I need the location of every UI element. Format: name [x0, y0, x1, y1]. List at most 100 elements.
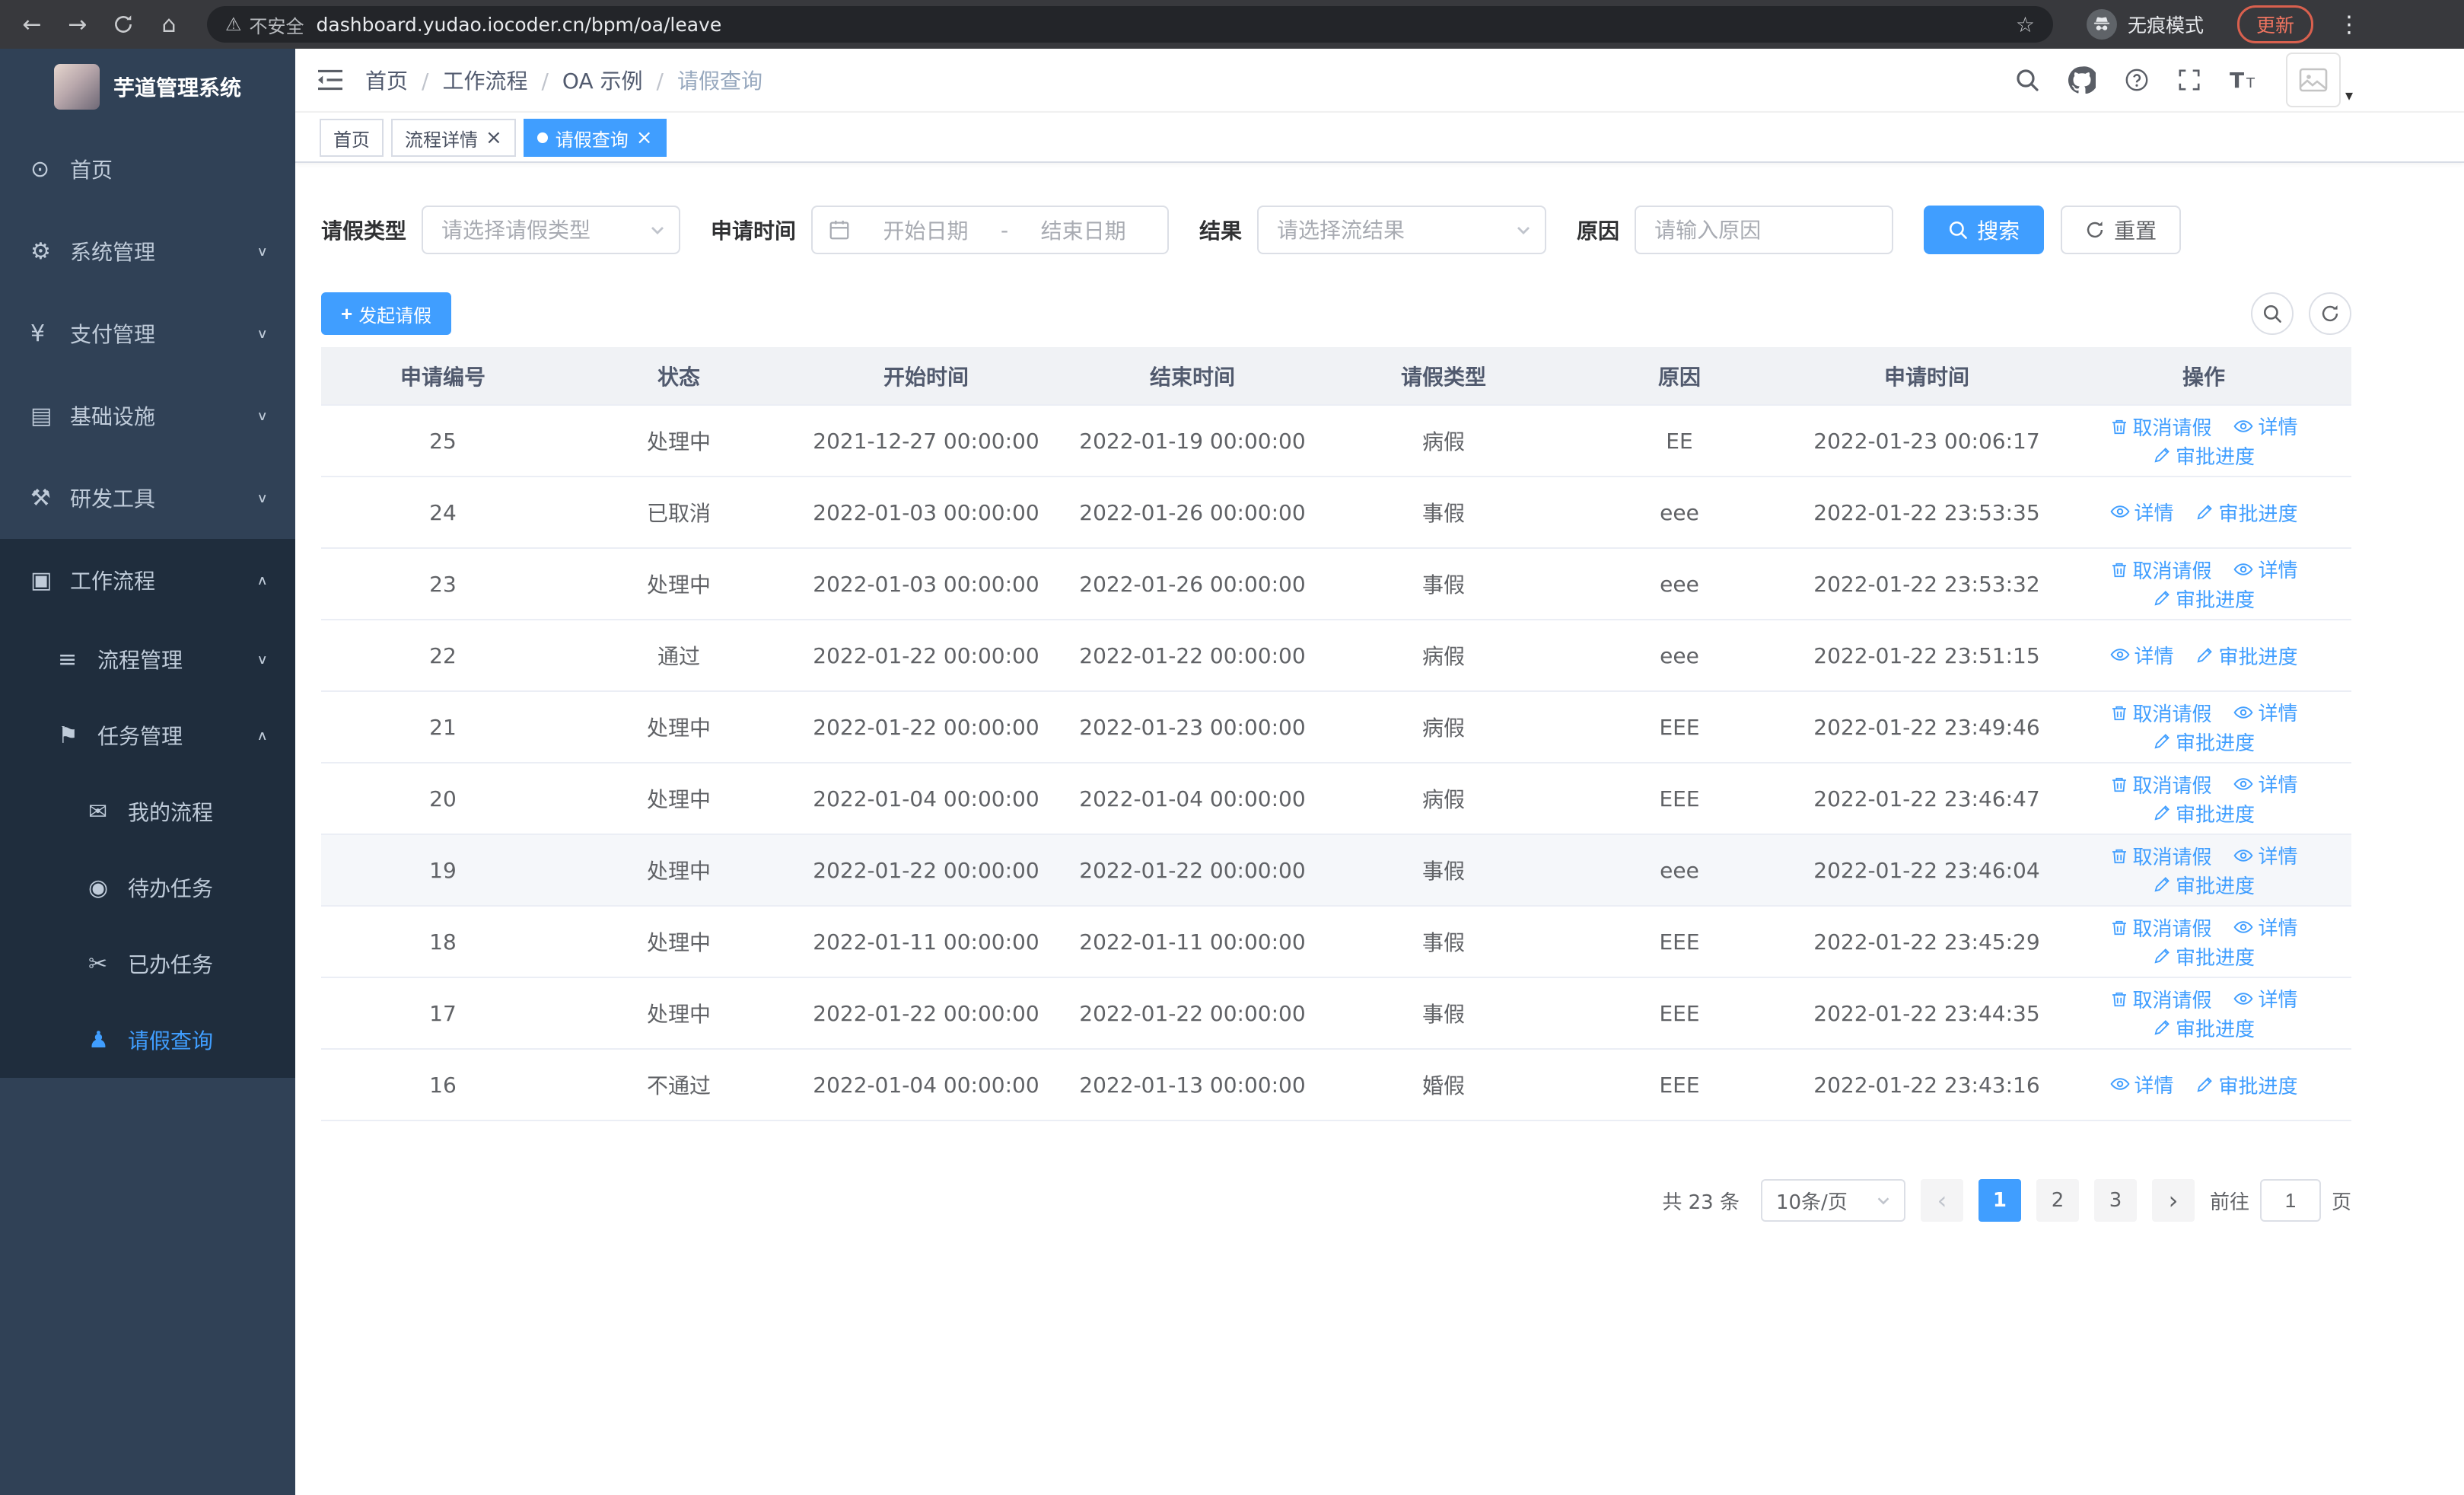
approval-progress-link[interactable]: 审批进度: [2153, 871, 2255, 899]
app-logo[interactable]: 芋道管理系统: [0, 49, 295, 125]
approval-progress-link[interactable]: 审批进度: [2153, 1014, 2255, 1042]
browser-menu-icon[interactable]: ⋮: [2332, 11, 2367, 38]
reset-button[interactable]: 重置: [2061, 206, 2182, 254]
refresh-table-icon[interactable]: [2309, 292, 2351, 335]
detail-link[interactable]: 详情: [2233, 770, 2297, 798]
help-icon[interactable]: [2125, 68, 2149, 92]
sidebar-item[interactable]: ♟ 请假查询: [0, 1002, 295, 1078]
sidebar-item[interactable]: ▤ 基础设施 ∨: [0, 375, 295, 457]
detail-link[interactable]: 详情: [2110, 498, 2174, 526]
approval-progress-link[interactable]: 审批进度: [2153, 799, 2255, 827]
result-input[interactable]: [1259, 217, 1546, 243]
detail-link[interactable]: 详情: [2233, 841, 2297, 869]
approval-progress-link[interactable]: 审批进度: [2195, 499, 2297, 527]
browser-reload-icon[interactable]: [103, 5, 143, 44]
table-row[interactable]: 16 不通过 2022-01-04 00:00:00 2022-01-13 00…: [321, 1049, 2351, 1121]
sidebar-item[interactable]: ⊙ 首页: [0, 128, 295, 210]
chevron-icon: ∨: [256, 651, 268, 668]
breadcrumb-item[interactable]: 请假查询: [677, 65, 762, 95]
sidebar-item[interactable]: ⚑ 任务管理 ∧: [0, 697, 295, 773]
sidebar-toggle-icon[interactable]: [295, 68, 365, 92]
detail-link[interactable]: 详情: [2233, 412, 2297, 440]
sidebar-item[interactable]: ▣ 工作流程 ∧: [0, 539, 295, 621]
approval-progress-link[interactable]: 审批进度: [2195, 1071, 2297, 1099]
search-button[interactable]: 搜索: [1924, 206, 2045, 254]
view-tab[interactable]: 首页 ×: [320, 119, 384, 157]
user-menu[interactable]: ▾: [2285, 53, 2353, 107]
github-icon[interactable]: [2068, 66, 2096, 94]
cancel-leave-link[interactable]: 取消请假: [2110, 413, 2212, 441]
browser-update-button[interactable]: 更新: [2236, 5, 2313, 43]
detail-link[interactable]: 详情: [2233, 555, 2297, 583]
leave-type-select[interactable]: [422, 206, 681, 254]
table-row[interactable]: 19 处理中 2022-01-22 00:00:00 2022-01-22 00…: [321, 834, 2351, 907]
app-shell: 芋道管理系统 ⊙ 首页 ⚙ 系统管理 ∨ ¥ 支付管理 ∨ ▤ 基础设施 ∨ ⚒…: [0, 49, 2464, 1495]
end-date-placeholder[interactable]: 结束日期: [1014, 215, 1152, 245]
leave-type-input[interactable]: [423, 217, 680, 243]
tab-close-icon[interactable]: ×: [485, 128, 502, 148]
table-row[interactable]: 25 处理中 2021-12-27 00:00:00 2022-01-19 00…: [321, 405, 2351, 477]
prev-page-button[interactable]: ‹: [1920, 1179, 1963, 1222]
toggle-search-icon[interactable]: [2251, 292, 2294, 335]
breadcrumb-item[interactable]: OA 示例: [562, 65, 664, 95]
detail-link[interactable]: 详情: [2233, 698, 2297, 726]
sidebar-item[interactable]: ⚙ 系统管理 ∨: [0, 210, 295, 292]
table-row[interactable]: 17 处理中 2022-01-22 00:00:00 2022-01-22 00…: [321, 977, 2351, 1050]
next-page-button[interactable]: ›: [2151, 1179, 2195, 1222]
page-button[interactable]: 2: [2036, 1179, 2079, 1222]
sidebar-item[interactable]: ✂ 已办任务: [0, 926, 295, 1002]
cancel-leave-link[interactable]: 取消请假: [2110, 556, 2212, 584]
cancel-leave-link[interactable]: 取消请假: [2110, 985, 2212, 1013]
create-leave-button[interactable]: + 发起请假: [321, 292, 452, 335]
sidebar-item[interactable]: ¥ 支付管理 ∨: [0, 292, 295, 375]
reason-field[interactable]: [1635, 206, 1894, 254]
search-icon[interactable]: [2015, 68, 2039, 92]
reason-input[interactable]: [1636, 217, 1893, 243]
sidebar-item[interactable]: ✉ 我的流程: [0, 773, 295, 850]
fullscreen-icon[interactable]: [2178, 69, 2201, 91]
tab-close-icon[interactable]: ×: [636, 128, 653, 148]
table-row[interactable]: 18 处理中 2022-01-11 00:00:00 2022-01-11 00…: [321, 906, 2351, 978]
font-size-icon[interactable]: [2230, 68, 2257, 92]
table-row[interactable]: 23 处理中 2022-01-03 00:00:00 2022-01-26 00…: [321, 548, 2351, 620]
table-row[interactable]: 24 已取消 2022-01-03 00:00:00 2022-01-26 00…: [321, 477, 2351, 549]
breadcrumb-item[interactable]: 首页: [365, 65, 428, 95]
approval-progress-link[interactable]: 审批进度: [2153, 585, 2255, 613]
breadcrumb-item[interactable]: 工作流程: [442, 65, 548, 95]
start-date-placeholder[interactable]: 开始日期: [857, 215, 995, 245]
browser-home-icon[interactable]: ⌂: [149, 5, 189, 44]
result-select[interactable]: [1257, 206, 1547, 254]
approval-progress-link[interactable]: 审批进度: [2153, 728, 2255, 756]
detail-link[interactable]: 详情: [2233, 913, 2297, 941]
view-tab[interactable]: 流程详情 ×: [391, 119, 516, 157]
approval-progress-link[interactable]: 审批进度: [2153, 441, 2255, 470]
detail-link[interactable]: 详情: [2110, 641, 2174, 669]
cancel-leave-link[interactable]: 取消请假: [2110, 699, 2212, 727]
browser-forward-icon[interactable]: →: [58, 5, 97, 44]
sidebar-item[interactable]: ≡ 流程管理 ∨: [0, 621, 295, 697]
cancel-leave-link[interactable]: 取消请假: [2110, 770, 2212, 799]
sidebar-item[interactable]: ◉ 待办任务: [0, 850, 295, 926]
page-size-select[interactable]: 10条/页: [1760, 1179, 1905, 1222]
browser-back-icon[interactable]: ←: [12, 5, 52, 44]
page-button[interactable]: 1: [1978, 1179, 2021, 1222]
table-row[interactable]: 22 通过 2022-01-22 00:00:00 2022-01-22 00:…: [321, 620, 2351, 692]
goto-page-input[interactable]: [2259, 1179, 2321, 1222]
table-row[interactable]: 21 处理中 2022-01-22 00:00:00 2022-01-23 00…: [321, 691, 2351, 763]
approval-progress-link[interactable]: 审批进度: [2195, 642, 2297, 670]
result-label: 结果: [1199, 218, 1243, 244]
detail-link[interactable]: 详情: [2110, 1070, 2174, 1098]
approval-progress-link[interactable]: 审批进度: [2153, 942, 2255, 971]
detail-link[interactable]: 详情: [2233, 984, 2297, 1012]
bookmark-star-icon[interactable]: ☆: [2016, 12, 2035, 37]
page-button[interactable]: 3: [2093, 1179, 2137, 1222]
date-range-picker[interactable]: 开始日期 - 结束日期: [811, 206, 1170, 254]
cancel-leave-link[interactable]: 取消请假: [2110, 842, 2212, 870]
view-tab[interactable]: 请假查询 ×: [523, 119, 667, 157]
table-row[interactable]: 20 处理中 2022-01-04 00:00:00 2022-01-04 00…: [321, 763, 2351, 835]
cancel-leave-link[interactable]: 取消请假: [2110, 913, 2212, 942]
sidebar-item[interactable]: ⚒ 研发工具 ∨: [0, 457, 295, 539]
address-bar[interactable]: ⚠ 不安全 dashboard.yudao.iocoder.cn/bpm/oa/…: [207, 6, 2053, 43]
security-chip[interactable]: ⚠ 不安全: [225, 11, 304, 38]
url-text[interactable]: dashboard.yudao.iocoder.cn/bpm/oa/leave: [317, 14, 2004, 36]
